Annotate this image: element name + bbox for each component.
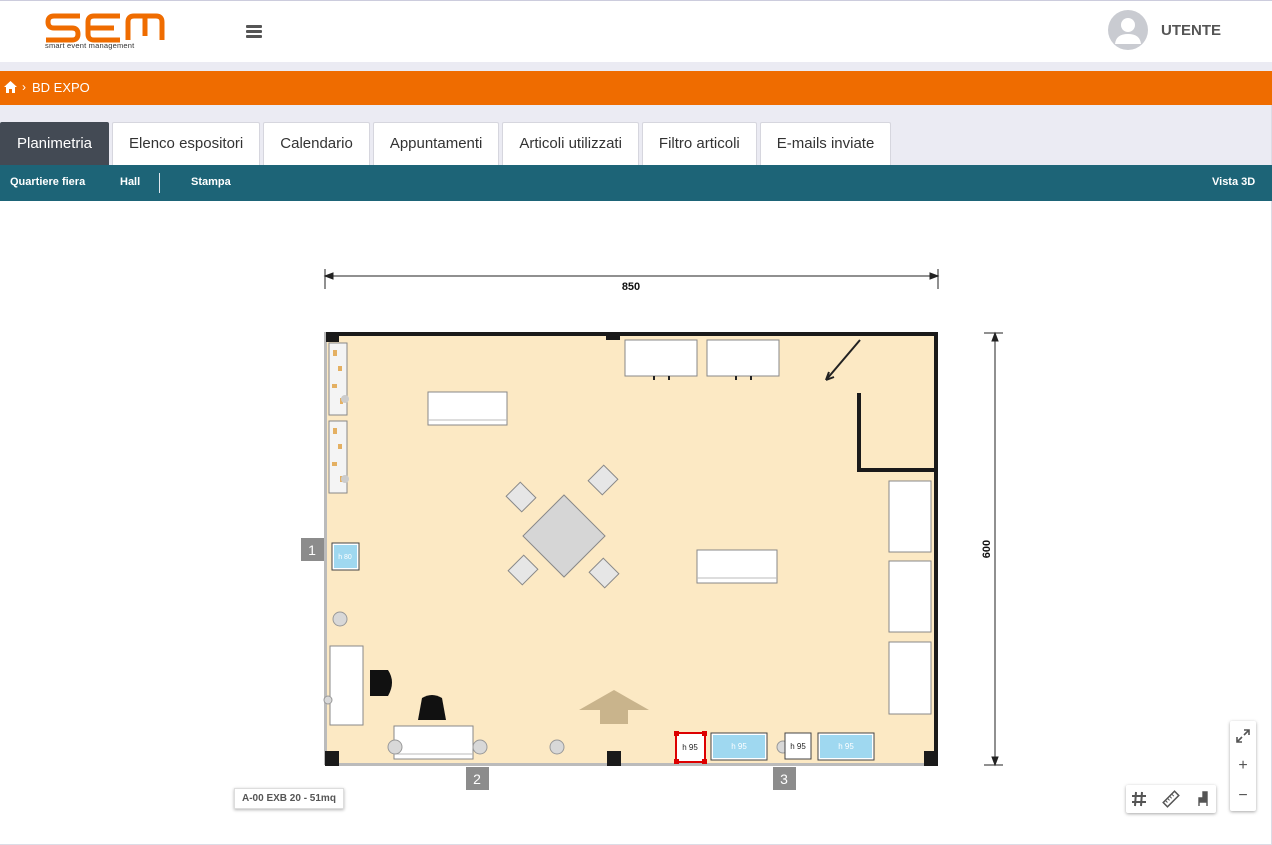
menu-icon[interactable] bbox=[246, 25, 262, 39]
showcase-label-3: h 95 bbox=[790, 742, 806, 751]
showcase-label-2: h 95 bbox=[731, 742, 747, 751]
top-bar: smart event management UTENTE bbox=[0, 0, 1272, 62]
expand-icon[interactable] bbox=[1231, 724, 1255, 748]
floorplan-canvas[interactable]: 850 600 1 2 3 h 80 h 95 h 95 h 95 h 95 A… bbox=[0, 201, 1272, 845]
tab-elenco-espositori[interactable]: Elenco espositori bbox=[112, 122, 261, 165]
entrance-number-1: 1 bbox=[308, 542, 316, 558]
logo-tagline: smart event management bbox=[45, 41, 135, 50]
view-toolbar bbox=[1126, 785, 1216, 813]
grid-icon[interactable] bbox=[1127, 787, 1151, 811]
ruler-icon[interactable] bbox=[1159, 787, 1183, 811]
left-sofa[interactable] bbox=[329, 645, 364, 726]
showcase-h80-label: h 80 bbox=[338, 554, 352, 561]
subnav-hall[interactable]: Hall bbox=[120, 176, 140, 188]
header-spacer bbox=[0, 62, 1272, 71]
entrance-number-2: 2 bbox=[473, 771, 481, 787]
user-name[interactable]: UTENTE bbox=[1161, 22, 1221, 39]
subnav-vista-3d[interactable]: Vista 3D bbox=[1212, 176, 1255, 188]
home-icon[interactable] bbox=[4, 81, 17, 93]
stand-info-label[interactable]: A-00 EXB 20 - 51mq bbox=[234, 788, 344, 809]
breadcrumb-separator: › bbox=[22, 80, 26, 94]
right-sofas[interactable] bbox=[888, 480, 932, 715]
showcase-label-4: h 95 bbox=[838, 742, 854, 751]
subnav-divider bbox=[159, 173, 160, 193]
breadcrumb: › BD EXPO bbox=[0, 71, 1272, 105]
tab-calendario[interactable]: Calendario bbox=[263, 122, 370, 165]
entrance-number-3: 3 bbox=[780, 771, 788, 787]
zoom-controls: + − bbox=[1230, 721, 1256, 811]
zoom-in-button[interactable]: + bbox=[1231, 754, 1255, 778]
chair-icon[interactable] bbox=[1190, 787, 1214, 811]
subnav-stampa[interactable]: Stampa bbox=[191, 176, 231, 188]
tab-planimetria[interactable]: Planimetria bbox=[0, 122, 110, 165]
tab-filtro-articoli[interactable]: Filtro articoli bbox=[641, 122, 757, 165]
tab-appuntamenti[interactable]: Appuntamenti bbox=[372, 122, 500, 165]
tab-emails-inviate[interactable]: E-mails inviate bbox=[759, 122, 892, 165]
width-dimension-label: 850 bbox=[622, 281, 640, 293]
user-avatar-icon[interactable] bbox=[1108, 10, 1148, 50]
subnav-quartiere-fiera[interactable]: Quartiere fiera bbox=[10, 176, 85, 188]
main-tabs: Planimetria Elenco espositori Calendario… bbox=[0, 122, 894, 165]
showcase-label-1: h 95 bbox=[682, 743, 698, 752]
zoom-out-button[interactable]: − bbox=[1231, 784, 1255, 808]
tab-articoli-utilizzati[interactable]: Articoli utilizzati bbox=[502, 122, 639, 165]
breadcrumb-item-bd-expo[interactable]: BD EXPO bbox=[32, 80, 90, 95]
sub-nav: Quartiere fiera Hall Stampa Vista 3D bbox=[0, 165, 1272, 201]
floorplan-svg[interactable]: 850 600 1 2 3 h 80 h 95 h 95 h 95 h 95 bbox=[0, 201, 1272, 845]
height-dimension-label: 600 bbox=[981, 540, 993, 558]
